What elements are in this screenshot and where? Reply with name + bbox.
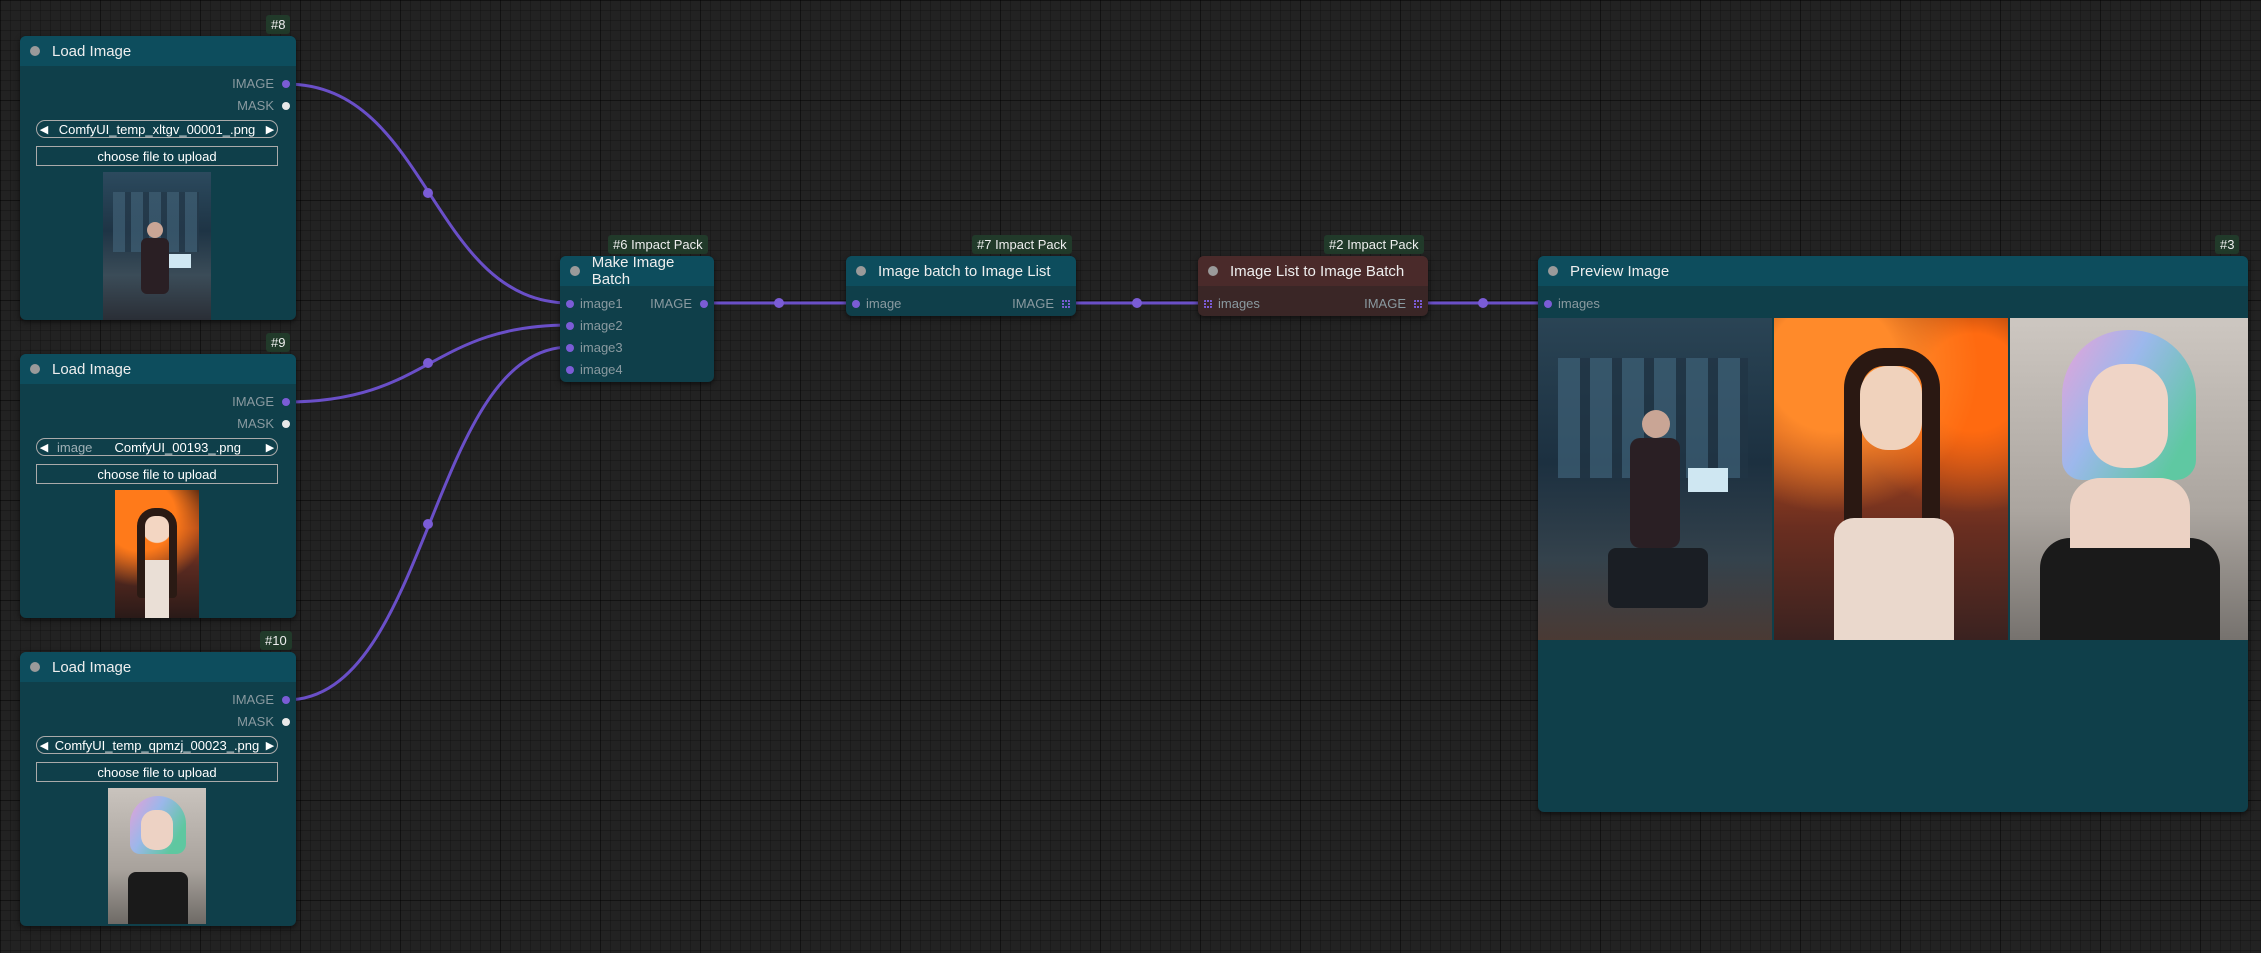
output-image-port[interactable]	[282, 80, 290, 88]
choose-file-button[interactable]: choose file to upload	[36, 762, 278, 782]
output-image-port[interactable]	[700, 300, 708, 308]
input-list-port[interactable]	[1204, 300, 1212, 308]
choose-file-button[interactable]: choose file to upload	[36, 146, 278, 166]
output-list-port[interactable]	[1062, 300, 1070, 308]
output-mask-label: MASK	[237, 416, 274, 431]
node-title-bar[interactable]: Image List to Image Batch	[1198, 256, 1428, 286]
node-title-bar[interactable]: Preview Image	[1538, 256, 2248, 286]
node-title-bar[interactable]: Load Image	[20, 652, 296, 682]
output-image-label: IMAGE	[232, 394, 274, 409]
node-title: Make Image Batch	[591, 254, 675, 288]
node-title: Load Image	[52, 42, 132, 60]
reroute-dot[interactable]	[1478, 298, 1488, 308]
node-id-badge: #10	[260, 631, 292, 650]
collapse-dot-icon[interactable]	[856, 266, 866, 276]
image-combo[interactable]: ◀ image ComfyUI_00193_.png ▶	[36, 438, 278, 456]
preview-image-1[interactable]	[1538, 318, 1772, 640]
collapse-dot-icon[interactable]	[30, 364, 40, 374]
node-title-bar[interactable]: Load Image	[20, 354, 296, 384]
output-image-label: IMAGE	[1364, 296, 1406, 311]
preview-image-node[interactable]: Preview Image images	[1538, 256, 2248, 812]
collapse-dot-icon[interactable]	[30, 46, 40, 56]
input-port[interactable]	[852, 300, 860, 308]
output-image-label: IMAGE	[232, 76, 274, 91]
node-title-bar[interactable]: Image batch to Image List	[846, 256, 1076, 286]
combo-left-arrow-icon[interactable]: ◀	[37, 739, 51, 752]
input-port[interactable]	[566, 300, 574, 308]
combo-right-arrow-icon[interactable]: ▶	[263, 739, 277, 752]
combo-label: image	[57, 439, 93, 455]
node-title: Preview Image	[1570, 262, 1670, 280]
combo-value: ComfyUI_00193_.png	[114, 439, 241, 455]
output-mask-port[interactable]	[282, 420, 290, 428]
input-slot-label: image3	[580, 340, 623, 355]
output-image-label: IMAGE	[1012, 296, 1054, 311]
node-id-badge: #8	[266, 15, 291, 34]
reroute-dot[interactable]	[423, 358, 433, 368]
output-mask-port[interactable]	[282, 718, 290, 726]
combo-left-arrow-icon[interactable]: ◀	[37, 123, 51, 136]
input-slot-label: image4	[580, 362, 623, 377]
combo-right-arrow-icon[interactable]: ▶	[263, 441, 277, 454]
output-image-label: IMAGE	[650, 296, 692, 311]
load-image-node-9[interactable]: Load Image IMAGE MASK ◀ image ComfyUI_00…	[20, 354, 296, 618]
output-mask-label: MASK	[237, 98, 274, 113]
reroute-dot[interactable]	[774, 298, 784, 308]
image-thumbnail	[108, 788, 206, 924]
reroute-dot[interactable]	[423, 188, 433, 198]
node-id-badge: #9	[266, 333, 291, 352]
output-image-label: IMAGE	[232, 692, 274, 707]
collapse-dot-icon[interactable]	[570, 266, 580, 276]
output-image-port[interactable]	[1414, 300, 1422, 308]
collapse-dot-icon[interactable]	[1548, 266, 1558, 276]
reroute-dot[interactable]	[423, 519, 433, 529]
node-title: Load Image	[52, 360, 132, 378]
image-thumbnail	[115, 490, 199, 618]
combo-value: ComfyUI_temp_qpmzj_00023_.png	[54, 737, 260, 753]
input-port[interactable]	[566, 322, 574, 330]
node-id-badge: #3	[2215, 235, 2240, 254]
image-batch-to-image-list-node[interactable]: Image batch to Image List image IMAGE	[846, 256, 1076, 316]
input-slot-label: image1	[580, 296, 623, 311]
input-slot-label: images	[1218, 296, 1260, 311]
input-port[interactable]	[566, 366, 574, 374]
node-id-badge: #7 Impact Pack	[972, 235, 1072, 254]
input-slot-label: images	[1558, 296, 1600, 311]
node-id-badge: #6 Impact Pack	[608, 235, 708, 254]
image-combo[interactable]: ◀ ComfyUI_temp_qpmzj_00023_.png ▶	[36, 736, 278, 754]
node-title: Load Image	[52, 658, 132, 676]
input-port[interactable]	[566, 344, 574, 352]
combo-value: ComfyUI_temp_xltgv_00001_.png	[58, 121, 256, 137]
input-port[interactable]	[1544, 300, 1552, 308]
collapse-dot-icon[interactable]	[30, 662, 40, 672]
output-mask-port[interactable]	[282, 102, 290, 110]
output-image-port[interactable]	[282, 696, 290, 704]
preview-image-3[interactable]	[2010, 318, 2248, 640]
node-title-bar[interactable]: Load Image	[20, 36, 296, 66]
image-thumbnail	[103, 172, 211, 320]
choose-file-button[interactable]: choose file to upload	[36, 464, 278, 484]
input-slot-label: image	[866, 296, 902, 311]
reroute-dot[interactable]	[1132, 298, 1142, 308]
image-combo[interactable]: ◀ ComfyUI_temp_xltgv_00001_.png ▶	[36, 120, 278, 138]
input-slot-label: image2	[580, 318, 623, 333]
image-list-to-image-batch-node[interactable]: Image List to Image Batch images IMAGE	[1198, 256, 1428, 316]
combo-left-arrow-icon[interactable]: ◀	[37, 441, 51, 454]
load-image-node-10[interactable]: Load Image IMAGE MASK ◀ ComfyUI_temp_qpm…	[20, 652, 296, 926]
preview-image-2[interactable]	[1774, 318, 2008, 640]
combo-right-arrow-icon[interactable]: ▶	[263, 123, 277, 136]
node-id-badge: #2 Impact Pack	[1324, 235, 1424, 254]
collapse-dot-icon[interactable]	[1208, 266, 1218, 276]
make-image-batch-node[interactable]: Make Image Batch image1 image2 image3 im…	[560, 254, 714, 382]
node-title: Image batch to Image List	[878, 262, 1051, 280]
output-image-port[interactable]	[282, 398, 290, 406]
load-image-node-8[interactable]: Load Image IMAGE MASK ◀ ComfyUI_temp_xlt…	[20, 36, 296, 320]
output-mask-label: MASK	[237, 714, 274, 729]
node-title: Image List to Image Batch	[1230, 262, 1405, 280]
node-title-bar[interactable]: Make Image Batch	[560, 254, 714, 288]
